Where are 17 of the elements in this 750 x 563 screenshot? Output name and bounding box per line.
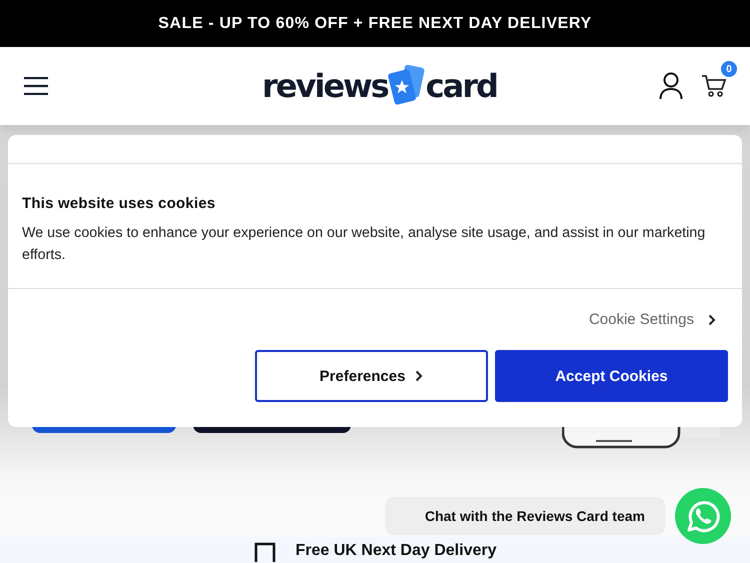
menu-icon[interactable] xyxy=(23,77,49,95)
logo-text[interactable]: card xyxy=(426,67,497,105)
chevron-icon xyxy=(708,314,716,326)
logo-text[interactable]: reviews xyxy=(262,67,388,105)
account-icon[interactable] xyxy=(659,72,683,100)
cart-count-badge: 0 xyxy=(721,61,737,77)
cookie-settings-link[interactable]: Cookie Settings xyxy=(588,311,728,328)
dialog-body: We use cookies to enhance your experience on our website, analyse site usage, and assist in our marketing efforts. xyxy=(22,224,706,265)
cart-icon[interactable] xyxy=(701,73,727,99)
chat-label[interactable]: Chat with the Reviews Card team xyxy=(384,497,665,535)
preferences-button[interactable]: Preferences xyxy=(255,350,488,402)
dialog-title: This website uses cookies xyxy=(22,195,216,212)
promo-text: SALE - UP TO 60% OFF + FREE NEXT DAY DELIVERY xyxy=(158,14,592,32)
card-star-icon xyxy=(388,65,426,107)
chevron-icon xyxy=(415,370,424,382)
accept-cookies-button[interactable]: Accept Cookies xyxy=(495,350,728,402)
delivery-text: Free UK Next Day Delivery xyxy=(296,542,496,560)
